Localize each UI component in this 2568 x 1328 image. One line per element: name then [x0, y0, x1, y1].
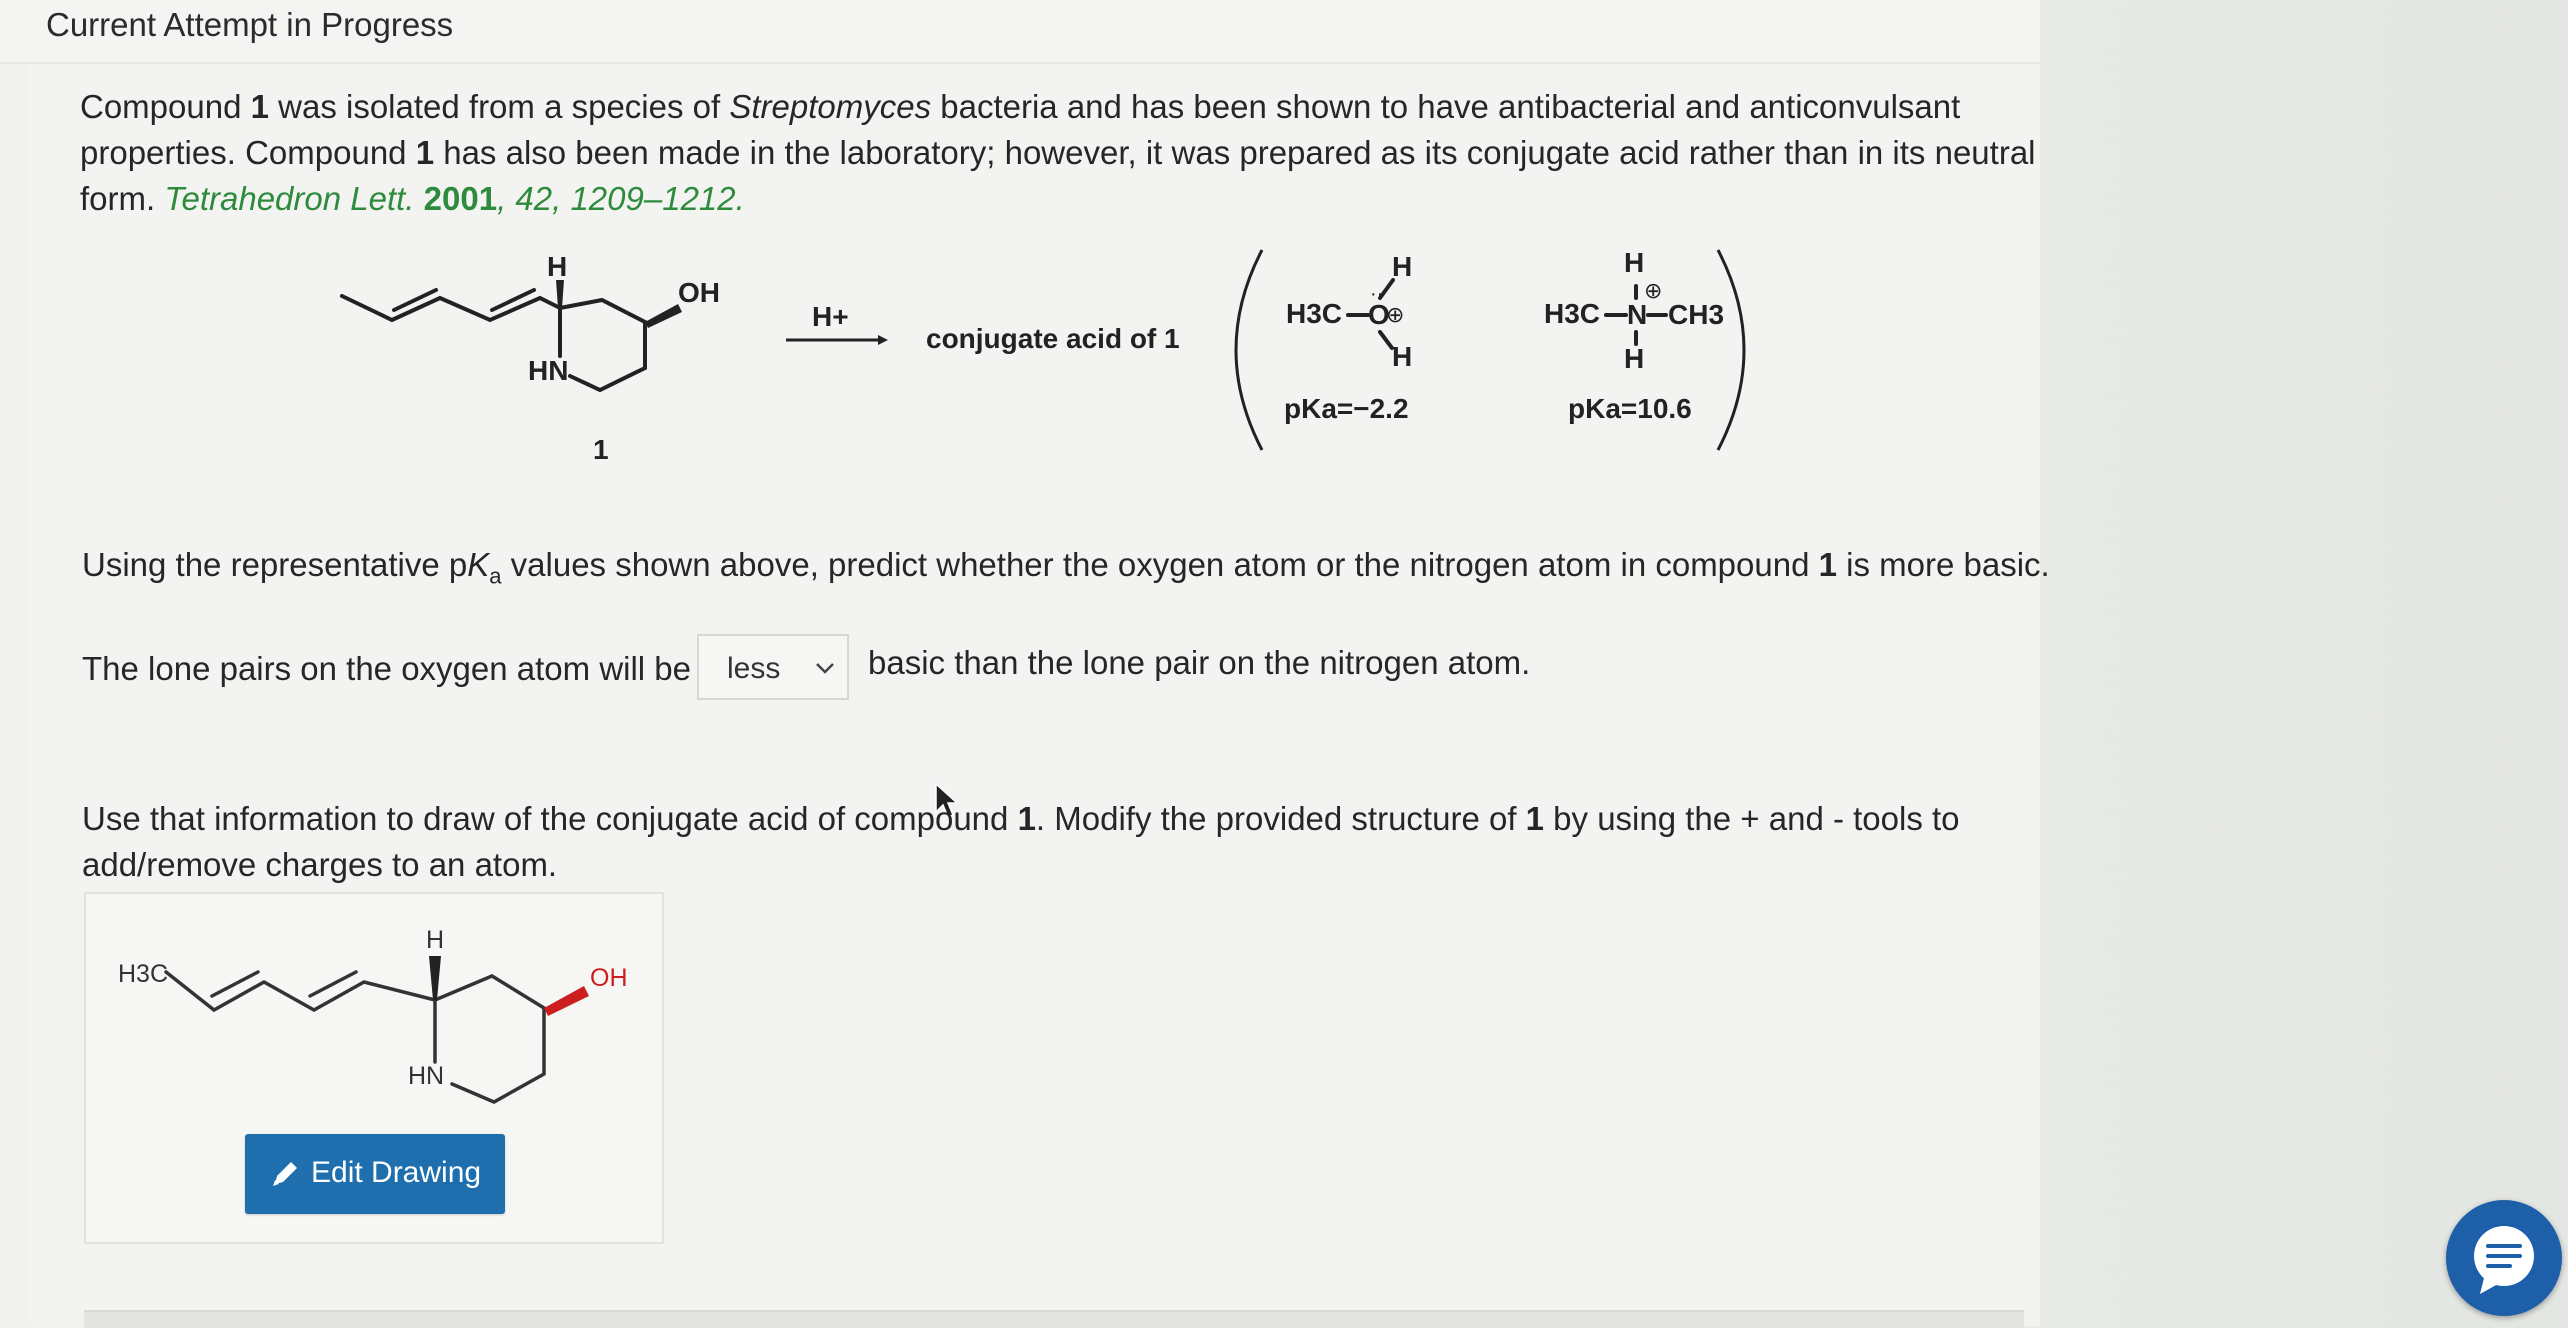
hn-label-drawing: HN [408, 1062, 444, 1090]
methyl-label-o: H3C [1286, 298, 1342, 329]
o-h-label-bottom: H [1392, 341, 1412, 372]
h-label-drawing: H [426, 926, 444, 954]
attempt-header: Current Attempt in Progress [0, 0, 2040, 64]
methyl-label-n: H3C [1544, 298, 1600, 329]
oxonium-example: H3C O ⊕ ·· H H pKa=−2.2 [1284, 251, 1412, 424]
chat-button[interactable] [2446, 1200, 2562, 1316]
selected-value: less [727, 652, 781, 685]
edit-drawing-label: Edit Drawing [311, 1156, 482, 1189]
intro-line-2: properties. Compound 1 has also been mad… [80, 134, 2036, 171]
hn-label: HN [528, 355, 568, 386]
basicity-select[interactable]: less [697, 634, 849, 700]
answer-suffix: basic than the lone pair on the nitrogen… [868, 644, 1531, 681]
positive-charge-icon-n: ⊕ [1644, 278, 1662, 303]
answer-prefix: The lone pairs on the oxygen atom will b… [82, 650, 692, 687]
header-title: Current Attempt in Progress [46, 6, 454, 43]
nitrogen-atom-label: N [1627, 299, 1647, 330]
intro-line-1: Compound 1 was isolated from a species o… [80, 88, 1961, 125]
species-name: Streptomyces [729, 88, 932, 125]
intro-paragraph: Compound 1 was isolated from a species o… [80, 84, 2080, 222]
basicity-question: Using the representative pKa values show… [82, 546, 2050, 589]
draw-instructions: Use that information to draw of the conj… [82, 800, 1960, 883]
n-h-label-bottom: H [1624, 343, 1644, 374]
edit-drawing-button[interactable]: Edit Drawing [245, 1134, 505, 1214]
chat-icon [2474, 1226, 2534, 1294]
right-bracket [1716, 249, 1746, 451]
compound-number: 1 [593, 434, 609, 465]
pka-nitrogen: pKa=10.6 [1568, 393, 1692, 424]
oh-label: OH [678, 277, 720, 308]
arrow-reagent: H+ [812, 301, 849, 332]
reaction-scheme: H OH HN 1 H+ conjugate acid of 1 H3C O ⊕… [340, 247, 1746, 465]
intro-line-3: form. Tetrahedron Lett. 2001, 42, 1209–1… [80, 180, 745, 217]
pencil-icon [273, 1162, 297, 1186]
footer-divider [84, 1310, 2024, 1328]
o-h-label-top: H [1392, 251, 1412, 282]
compound-1-drawing: H3C H OH HN [118, 926, 628, 1104]
h-label: H [547, 251, 567, 282]
citation-link[interactable]: Tetrahedron Lett. 2001, 42, 1209–1212. [164, 180, 744, 217]
compound-1-structure: H OH HN 1 [340, 251, 720, 465]
pka-oxygen: pKa=−2.2 [1284, 393, 1409, 424]
ammonium-example: H3C N CH3 H ⊕ H pKa=10.6 [1544, 247, 1724, 424]
chevron-down-icon [816, 663, 834, 674]
left-bracket [1234, 249, 1264, 451]
ch3-label: H3C [118, 960, 168, 988]
n-h-label-top: H [1624, 247, 1644, 278]
positive-charge-icon: ⊕ [1386, 302, 1404, 327]
reaction-arrow: H+ [786, 301, 888, 345]
oh-label-drawing: OH [590, 964, 628, 992]
product-label: conjugate acid of 1 [926, 323, 1180, 354]
methyl-label-right: CH3 [1668, 299, 1724, 330]
